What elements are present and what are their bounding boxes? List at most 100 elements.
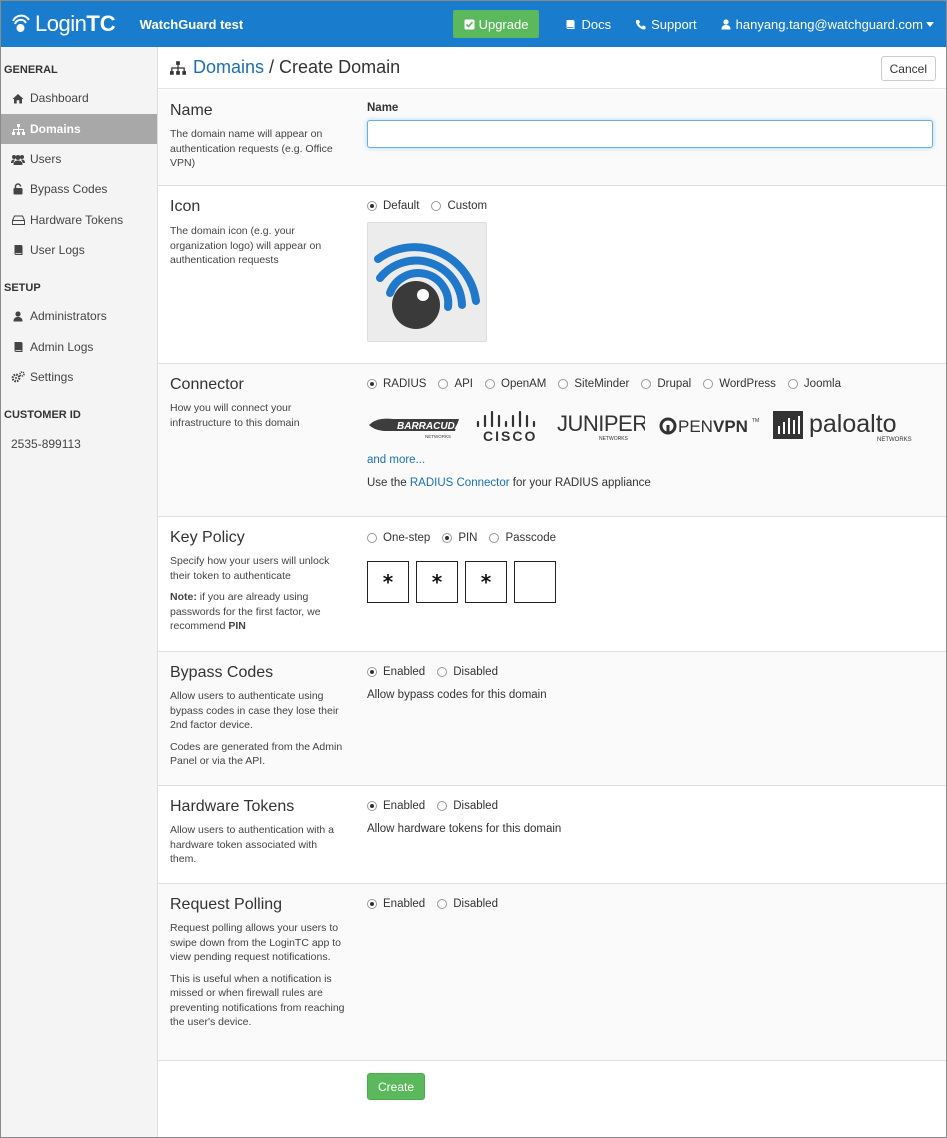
radio-button[interactable] <box>367 379 377 389</box>
cogs-icon <box>11 371 25 383</box>
radio-button[interactable] <box>442 533 453 543</box>
radio-button[interactable] <box>485 379 495 389</box>
radio-button[interactable] <box>437 899 448 909</box>
sidebar-item-label: Domains <box>30 122 81 136</box>
sidebar-item-bypass-codes[interactable]: Bypass Codes <box>1 174 157 204</box>
radio-label: Joomla <box>803 378 841 390</box>
connector-option-wordpress[interactable]: WordPress <box>703 378 776 390</box>
paloalto-logo-text: paloalto <box>809 410 897 438</box>
radio-label: API <box>454 378 473 390</box>
sidebar-item-administrators[interactable]: Administrators <box>1 301 157 331</box>
radio-button[interactable] <box>367 201 377 211</box>
barracuda-logo-subtext: NETWORKS <box>425 434 451 439</box>
hardware-radio-group: Enabled Disabled <box>367 800 561 812</box>
connector-option-openam[interactable]: OpenAM <box>485 378 546 390</box>
bypass-option-disabled[interactable]: Disabled <box>437 666 498 678</box>
section-title: Key Policy <box>170 529 245 546</box>
sidebar-heading-general: GENERAL <box>4 64 58 76</box>
radio-button[interactable] <box>787 379 798 389</box>
polling-description: Request polling allows your users to swi… <box>170 922 342 963</box>
connector-option-radius[interactable]: RADIUS <box>367 378 426 390</box>
hardware-option-disabled[interactable]: Disabled <box>437 800 498 812</box>
hdd-icon <box>11 215 25 225</box>
sidebar-item-domains[interactable]: Domains <box>1 114 157 144</box>
sidebar-item-label: Users <box>30 152 62 166</box>
name-field-label: Name <box>367 102 399 114</box>
polling-description-2: This is useful when a notification is mi… <box>170 972 345 1029</box>
user-menu-dropdown[interactable]: hanyang.tang@watchguard.com <box>721 17 934 32</box>
section-title: Icon <box>170 198 201 215</box>
openvpn-logo-text-b: VPN <box>713 417 748 436</box>
docs-link[interactable]: Docs <box>565 17 611 32</box>
connector-option-api[interactable]: API <box>438 378 473 390</box>
sidebar-item-label: Administrators <box>30 309 107 323</box>
polling-option-disabled[interactable]: Disabled <box>437 898 498 910</box>
sidebar-item-user-logs[interactable]: User Logs <box>1 235 157 265</box>
radio-button[interactable] <box>558 379 569 389</box>
lock-icon <box>11 183 25 195</box>
home-icon <box>11 93 25 104</box>
cancel-button[interactable]: Cancel <box>880 56 936 81</box>
key-policy-option-one-step[interactable]: One-step <box>367 532 430 544</box>
user-email: hanyang.tang@watchguard.com <box>735 16 923 32</box>
radio-button[interactable] <box>367 801 377 811</box>
radio-label: Disabled <box>453 800 498 812</box>
sitemap-icon <box>11 123 25 135</box>
radio-button[interactable] <box>489 533 500 543</box>
logintc-default-icon <box>374 243 480 329</box>
pin-box: * <box>367 561 409 603</box>
connector-option-siteminder[interactable]: SiteMinder <box>558 378 629 390</box>
icon-option-default[interactable]: Default <box>367 200 419 212</box>
radio-button[interactable] <box>367 899 377 909</box>
radio-button[interactable] <box>438 379 449 389</box>
radio-label: WordPress <box>719 378 776 390</box>
domain-icon-preview <box>367 222 487 342</box>
radio-label: OpenAM <box>501 378 547 390</box>
main-content: Domains / Create Domain Cancel Name The … <box>158 47 946 1137</box>
support-link[interactable]: Support <box>635 17 697 32</box>
barracuda-logo: BARRACUDA NETWORKS <box>369 418 461 439</box>
key-policy-section: Key Policy Specify how your users will u… <box>158 517 946 652</box>
polling-option-enabled[interactable]: Enabled <box>367 898 425 910</box>
sidebar-item-hardware-tokens[interactable]: Hardware Tokens <box>1 205 157 235</box>
icon-option-custom[interactable]: Custom <box>431 200 487 212</box>
sidebar-item-admin-logs[interactable]: Admin Logs <box>1 332 157 362</box>
barracuda-logo-text: BARRACUDA <box>397 421 461 432</box>
radio-button[interactable] <box>703 379 714 389</box>
breadcrumb-domains-link[interactable]: Domains <box>193 57 264 78</box>
create-button[interactable]: Create <box>367 1073 426 1100</box>
section-title: Request Polling <box>170 896 283 913</box>
radio-button[interactable] <box>437 801 448 811</box>
key-policy-option-passcode[interactable]: Passcode <box>489 532 556 544</box>
icon-radio-group: Default Custom <box>367 200 499 212</box>
radio-button[interactable] <box>367 667 377 677</box>
and-more-link[interactable]: and more... <box>367 454 929 466</box>
sidebar-item-dashboard[interactable]: Dashboard <box>1 83 157 113</box>
icon-section: Icon The domain icon (e.g. your organiza… <box>158 186 946 364</box>
connector-option-joomla[interactable]: Joomla <box>787 378 841 390</box>
domain-name-input[interactable] <box>367 120 933 148</box>
radio-button[interactable] <box>641 379 652 389</box>
radio-button[interactable] <box>437 667 448 677</box>
brand-tc-text: TC <box>86 11 116 36</box>
radio-label: Enabled <box>383 666 426 678</box>
key-policy-option-pin[interactable]: PIN <box>442 532 477 544</box>
sidebar-item-users[interactable]: Users <box>1 144 157 174</box>
openvpn-logo: PEN VPN TM <box>659 417 759 436</box>
section-description: The domain icon (e.g. your organization … <box>170 225 322 266</box>
section-description: Allow users to authentication with a har… <box>170 824 335 865</box>
note-label: Note: <box>170 591 197 603</box>
radio-button[interactable] <box>431 201 442 211</box>
organization-name[interactable]: WatchGuard test <box>140 17 244 32</box>
upgrade-button[interactable]: Upgrade <box>452 10 540 38</box>
hardware-option-enabled[interactable]: Enabled <box>367 800 425 812</box>
logintc-logo[interactable]: Login TC <box>11 11 116 37</box>
connector-helper-text: Use the RADIUS Connector for your RADIUS… <box>367 477 929 489</box>
helper-prefix: Use the <box>367 477 407 489</box>
sidebar-item-settings[interactable]: Settings <box>1 362 157 392</box>
connector-option-drupal[interactable]: Drupal <box>641 378 691 390</box>
note-emphasis: PIN <box>228 620 246 632</box>
radius-connector-link[interactable]: RADIUS Connector <box>410 477 510 489</box>
bypass-option-enabled[interactable]: Enabled <box>367 666 425 678</box>
radio-button[interactable] <box>367 533 377 543</box>
